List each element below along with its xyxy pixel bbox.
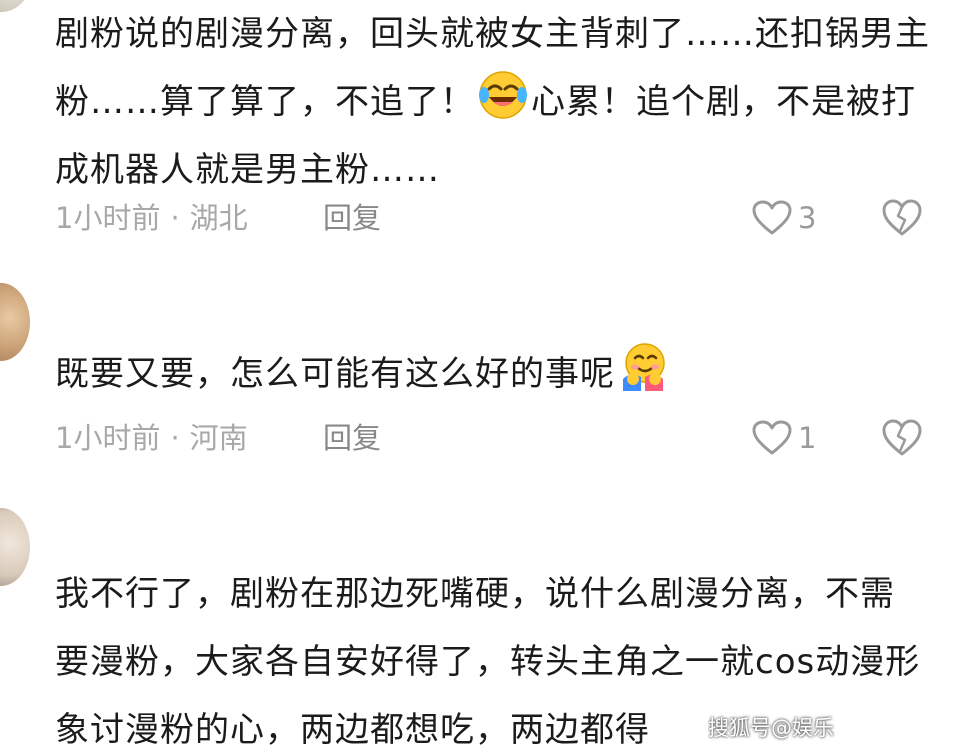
comment-text: 既要又要，怎么可能有这么好的事呢 [55,340,935,408]
heart-outline-icon [752,200,792,235]
watermark: 搜狐号@娱乐 [708,716,834,740]
avatar[interactable] [0,0,30,12]
comment-time: 1小时前 [55,421,161,455]
separator-dot: · [170,421,180,455]
heart-outline-icon [752,420,792,455]
avatar[interactable] [0,283,30,361]
comment-meta: 1小时前 · 河南 回复 [55,418,381,458]
comment-location: 河南 [189,421,248,455]
like-button[interactable]: 3 [752,198,816,238]
separator-dot: · [170,201,180,235]
broken-heart-icon[interactable] [881,198,923,238]
comment-text: 剧粉说的剧漫分离，回头就被女主背刺了……还扣锅男主粉……算了算了，不追了！ 心累… [55,0,935,204]
reply-button[interactable]: 回复 [323,198,381,238]
reply-button[interactable]: 回复 [323,418,381,458]
comment-text-part: 既要又要，怎么可能有这么好的事呢 [55,354,615,394]
like-button[interactable]: 1 [752,418,816,458]
comment-thread: 剧粉说的剧漫分离，回头就被女主背刺了……还扣锅男主粉……算了算了，不追了！ 心累… [0,0,973,746]
comment-meta: 1小时前 · 湖北 回复 [55,198,381,238]
rolling-on-floor-laughing-emoji [479,71,527,119]
avatar[interactable] [0,508,30,586]
comment-location: 湖北 [189,201,248,235]
like-count: 3 [798,201,817,235]
comment-time: 1小时前 [55,201,161,235]
broken-heart-icon[interactable] [881,418,923,458]
hugging-face-emoji [623,343,665,391]
like-count: 1 [798,421,817,455]
